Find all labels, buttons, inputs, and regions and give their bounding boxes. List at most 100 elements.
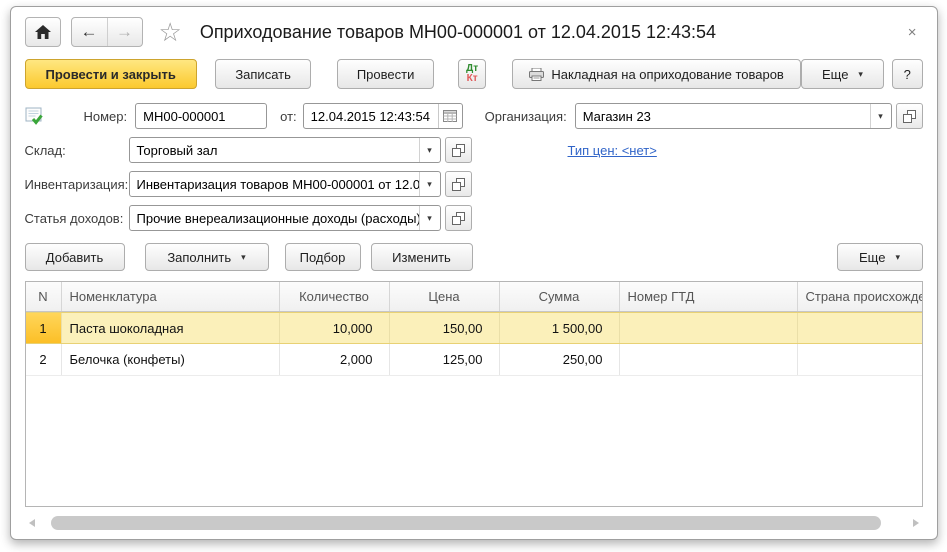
scrollbar-thumb[interactable]	[51, 516, 881, 530]
fill-label: Заполнить	[167, 250, 231, 265]
date-label: от:	[280, 109, 297, 124]
calendar-icon[interactable]	[438, 104, 462, 128]
scroll-right-icon[interactable]	[913, 519, 919, 527]
inventory-combo[interactable]: Инвентаризация товаров МН00-000001 от 12…	[129, 171, 441, 197]
toolbar: Провести и закрыть Записать Провести Дт …	[11, 53, 937, 99]
open-icon	[452, 144, 465, 157]
field-row-inventory: Инвентаризация: Инвентаризация товаров М…	[25, 171, 923, 197]
dt-kt-button[interactable]: Дт Кт	[458, 59, 487, 89]
organization-combo[interactable]: Магазин 23 ▾	[575, 103, 892, 129]
back-icon: ←	[81, 22, 98, 42]
post-and-close-button[interactable]: Провести и закрыть	[25, 59, 197, 89]
organization-open-button[interactable]	[896, 103, 923, 129]
col-header-sum[interactable]: Сумма	[500, 282, 620, 311]
inventory-label: Инвентаризация:	[25, 177, 129, 192]
pick-button[interactable]: Подбор	[285, 243, 361, 271]
cell-price: 125,00	[390, 344, 500, 375]
table-command-bar: Добавить Заполнить ▾ Подбор Изменить Еще…	[11, 239, 937, 281]
date-field	[303, 103, 463, 129]
col-header-nomenclature[interactable]: Номенклатура	[62, 282, 280, 311]
open-icon	[452, 178, 465, 191]
open-icon	[452, 212, 465, 225]
table-row[interactable]: 2 Белочка (конфеты) 2,000 125,00 250,00	[26, 344, 922, 376]
cell-gtd	[620, 313, 798, 343]
scroll-left-icon[interactable]	[29, 519, 35, 527]
warehouse-combo[interactable]: Торговый зал ▾	[129, 137, 441, 163]
cell-gtd	[620, 344, 798, 375]
chevron-down-icon: ▾	[419, 172, 440, 196]
date-input[interactable]	[304, 109, 438, 124]
print-invoice-button[interactable]: Накладная на оприходование товаров	[512, 59, 800, 89]
number-input[interactable]	[135, 103, 267, 129]
toolbar-more-label: Еще	[822, 67, 848, 82]
chevron-down-icon: ▾	[419, 206, 440, 230]
cell-sum: 250,00	[500, 344, 620, 375]
col-header-country[interactable]: Страна происхожде	[798, 282, 922, 311]
home-icon	[35, 25, 51, 40]
cell-nomenclature: Белочка (конфеты)	[62, 344, 280, 375]
kt-label: Кт	[467, 74, 478, 84]
back-button[interactable]: ←	[72, 18, 107, 46]
table-row[interactable]: 1 Паста шоколадная 10,000 150,00 1 500,0…	[26, 312, 922, 344]
cell-quantity: 10,000	[280, 313, 390, 343]
open-icon	[903, 110, 916, 123]
chevron-down-icon: ▾	[858, 69, 863, 80]
chevron-down-icon: ▾	[419, 138, 440, 162]
close-icon[interactable]: ×	[904, 22, 921, 43]
income-item-open-button[interactable]	[445, 205, 472, 231]
add-row-button[interactable]: Добавить	[25, 243, 125, 271]
printer-icon	[529, 68, 544, 81]
cell-nomenclature: Паста шоколадная	[62, 313, 280, 343]
price-type-link[interactable]: Тип цен: <нет>	[568, 143, 657, 158]
organization-value: Магазин 23	[576, 109, 870, 124]
horizontal-scrollbar	[29, 516, 919, 531]
fill-button[interactable]: Заполнить ▾	[145, 243, 269, 271]
field-row-income-item: Статья доходов: Прочие внереализационные…	[25, 205, 923, 231]
help-button[interactable]: ?	[892, 59, 922, 89]
inventory-value: Инвентаризация товаров МН00-000001 от 12…	[130, 177, 419, 192]
home-button[interactable]	[25, 17, 61, 47]
forward-icon: →	[116, 22, 133, 42]
inventory-open-button[interactable]	[445, 171, 472, 197]
col-header-price[interactable]: Цена	[390, 282, 500, 311]
field-row-warehouse: Склад: Торговый зал ▾ Тип цен: <нет>	[25, 137, 923, 163]
document-window: ← → ☆ Оприходование товаров МН00-000001 …	[10, 6, 938, 540]
cell-price: 150,00	[390, 313, 500, 343]
page-title: Оприходование товаров МН00-000001 от 12.…	[200, 22, 716, 43]
table-header-row: N Номенклатура Количество Цена Сумма Ном…	[26, 282, 922, 312]
field-row-number: Номер: от: Организация: Магазин 23 ▾	[25, 103, 923, 129]
header-fields: Номер: от: Организация: Магазин 23 ▾ Скл…	[11, 99, 937, 231]
history-nav: ← →	[71, 17, 143, 47]
title-bar: ← → ☆ Оприходование товаров МН00-000001 …	[11, 7, 937, 53]
chevron-down-icon: ▾	[895, 252, 900, 263]
cell-country	[798, 344, 922, 375]
post-button[interactable]: Провести	[337, 59, 434, 89]
col-header-quantity[interactable]: Количество	[280, 282, 390, 311]
toolbar-more-button[interactable]: Еще ▾	[801, 59, 884, 89]
items-table: N Номенклатура Количество Цена Сумма Ном…	[25, 281, 923, 507]
cell-country	[798, 313, 922, 343]
col-header-gtd[interactable]: Номер ГТД	[620, 282, 798, 311]
chevron-down-icon: ▾	[241, 252, 246, 263]
number-label: Номер:	[84, 109, 128, 124]
col-header-n[interactable]: N	[26, 282, 62, 311]
cell-quantity: 2,000	[280, 344, 390, 375]
warehouse-value: Торговый зал	[130, 143, 419, 158]
save-button[interactable]: Записать	[215, 59, 312, 89]
organization-label: Организация:	[485, 109, 567, 124]
cell-sum: 1 500,00	[500, 313, 620, 343]
cell-n: 1	[26, 313, 62, 343]
forward-button[interactable]: →	[107, 18, 142, 46]
warehouse-label: Склад:	[25, 143, 129, 158]
cell-n: 2	[26, 344, 62, 375]
print-invoice-label: Накладная на оприходование товаров	[551, 67, 783, 82]
income-item-label: Статья доходов:	[25, 211, 129, 226]
chevron-down-icon: ▾	[870, 104, 891, 128]
income-item-value: Прочие внереализационные доходы (расходы…	[130, 211, 419, 226]
income-item-combo[interactable]: Прочие внереализационные доходы (расходы…	[129, 205, 441, 231]
document-posted-icon	[25, 107, 46, 126]
table-more-button[interactable]: Еще ▾	[837, 243, 923, 271]
favorite-star-icon[interactable]: ☆	[159, 19, 182, 45]
edit-button[interactable]: Изменить	[371, 243, 473, 271]
warehouse-open-button[interactable]	[445, 137, 472, 163]
